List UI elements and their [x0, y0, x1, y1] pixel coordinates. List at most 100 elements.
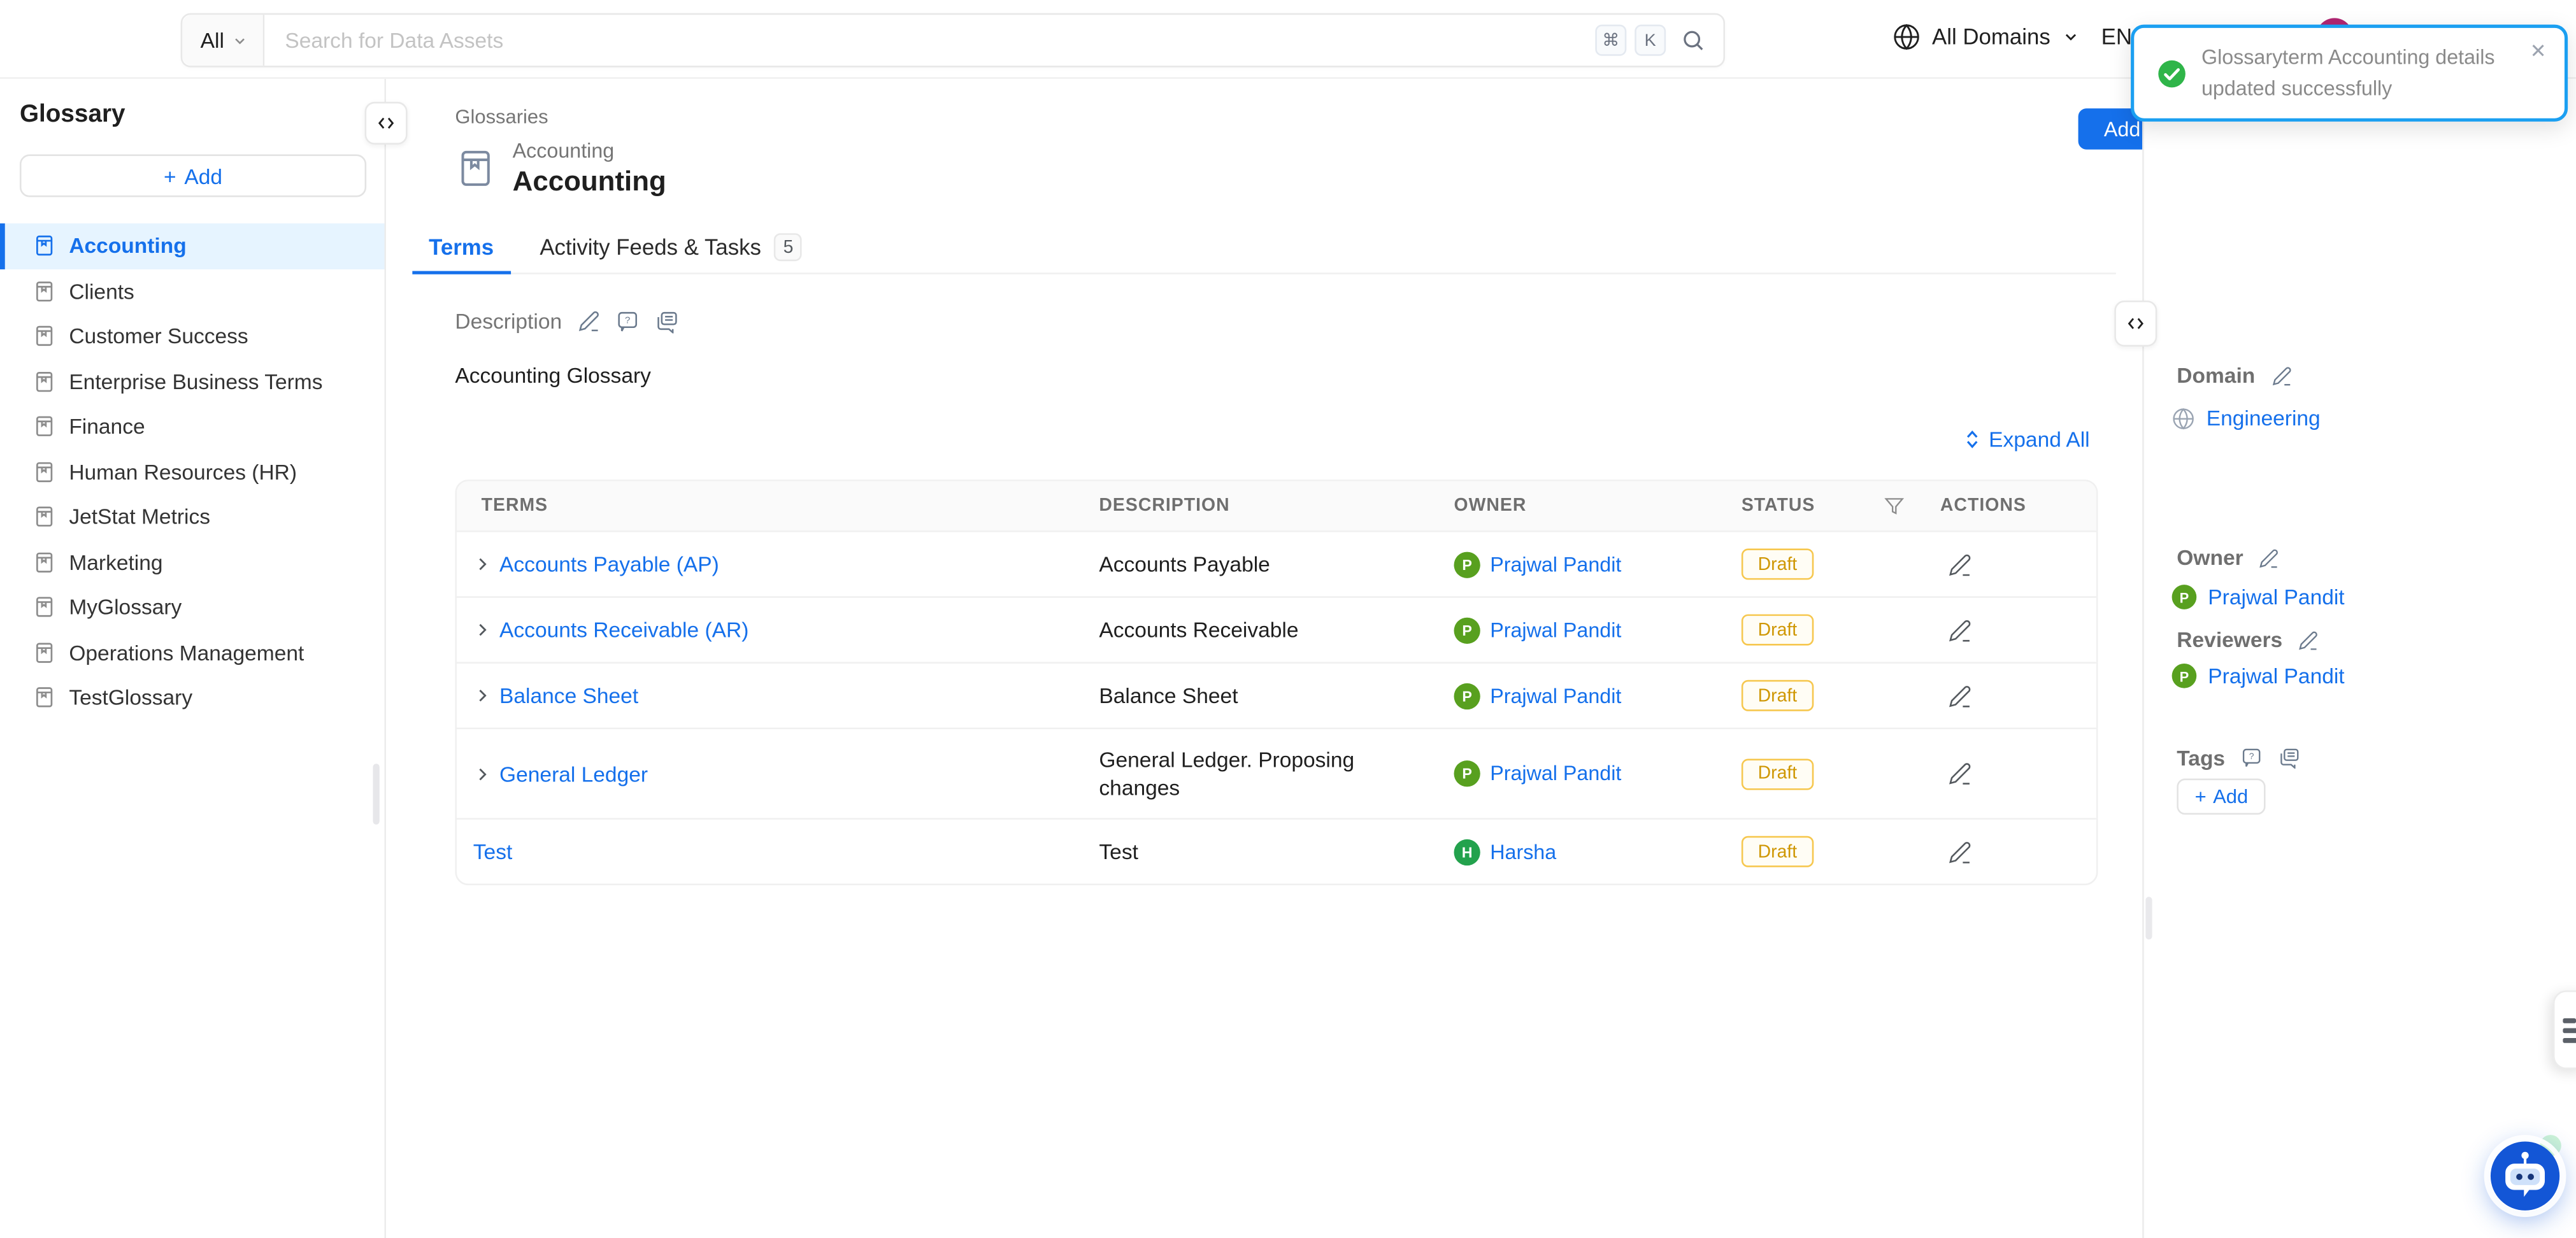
owner-link[interactable]: PPrajwal Pandit [1454, 616, 1622, 643]
cmd-key-icon: ⌘ [1595, 25, 1626, 56]
tab-activity-label: Activity Feeds & Tasks [540, 235, 761, 260]
expand-all-button[interactable]: Expand All [1963, 427, 2090, 452]
sidebar-item-marketing[interactable]: Marketing [0, 539, 385, 585]
main-scrollbar[interactable] [2145, 897, 2152, 939]
sidebar-item-label: Enterprise Business Terms [69, 369, 322, 394]
chatbot-button[interactable] [2489, 1140, 2561, 1212]
globe-icon [1893, 23, 1921, 51]
owner-avatar: P [2172, 585, 2197, 609]
search-icon[interactable] [1680, 28, 1705, 53]
tab-terms[interactable]: Terms [412, 222, 510, 273]
owner-link[interactable]: PPrajwal Pandit [1454, 551, 1622, 577]
request-description-icon[interactable]: ? [616, 310, 639, 332]
owner-link[interactable]: PPrajwal Pandit [1454, 683, 1622, 709]
sidebar-item-label: TestGlossary [69, 685, 192, 710]
description-label: Description [455, 309, 562, 334]
sidebar-item-testglossary[interactable]: TestGlossary [0, 675, 385, 720]
search-input[interactable] [265, 15, 1595, 66]
sidebar-item-enterprise-business-terms[interactable]: Enterprise Business Terms [0, 359, 385, 404]
term-link[interactable]: Accounts Receivable (AR) [499, 618, 748, 643]
term-link[interactable]: General Ledger [499, 761, 648, 786]
tab-activity-feeds[interactable]: Activity Feeds & Tasks 5 [524, 222, 819, 273]
breadcrumb[interactable]: Glossaries [455, 105, 548, 128]
chevron-down-icon [233, 32, 249, 48]
domains-selector[interactable]: All Domains [1893, 23, 2080, 51]
glossary-book-icon [33, 234, 56, 259]
sidebar-item-label: Accounting [69, 234, 186, 259]
domain-value-link[interactable]: Engineering [2172, 406, 2321, 430]
add-glossary-label: Add [184, 164, 222, 189]
owner-link[interactable]: PPrajwal Pandit [1454, 760, 1622, 786]
request-tags-icon[interactable]: ? [2242, 747, 2263, 769]
edit-description-icon[interactable] [578, 310, 600, 332]
edit-domain-icon[interactable] [2272, 366, 2291, 385]
glossary-book-icon [33, 369, 56, 394]
term-row-balance-sheet: Balance SheetBalance SheetPPrajwal Pandi… [457, 662, 2096, 727]
entity-parent-link[interactable]: Accounting [513, 139, 615, 162]
expand-row-icon[interactable] [473, 621, 491, 639]
sidebar-item-finance[interactable]: Finance [0, 404, 385, 449]
owner-value-link[interactable]: P Prajwal Pandit [2172, 585, 2345, 609]
edit-reviewers-icon[interactable] [2299, 630, 2319, 650]
glossary-book-icon [33, 460, 56, 485]
tags-comments-icon[interactable] [2279, 747, 2301, 769]
edit-term-button[interactable] [1949, 762, 1971, 785]
term-link[interactable]: Accounts Payable (AP) [499, 552, 719, 577]
right-panel: Domain Engineering Owner P Prajwal Pandi… [2142, 79, 2576, 1238]
success-check-icon [2157, 59, 2186, 88]
sidebar-collapse-button[interactable] [365, 102, 408, 145]
owner-name: Prajwal Pandit [1490, 553, 1621, 576]
edit-term-button[interactable] [1949, 618, 1971, 641]
term-description: Accounts Payable [1086, 534, 1431, 594]
svg-text:?: ? [625, 314, 630, 325]
status-filter-icon[interactable] [1884, 496, 1904, 516]
owner-label: Owner [2177, 545, 2243, 570]
sidebar-item-human-resources-hr[interactable]: Human Resources (HR) [0, 449, 385, 494]
global-search[interactable]: All ⌘ K [181, 13, 1725, 68]
sidebar-item-label: Operations Management [69, 640, 304, 665]
description-comments-icon[interactable] [655, 310, 678, 332]
status-badge: Draft [1742, 680, 1814, 711]
sidebar-item-operations-management[interactable]: Operations Management [0, 630, 385, 675]
sidebar-item-customer-success[interactable]: Customer Success [0, 314, 385, 359]
owner-name: Prajwal Pandit [1490, 618, 1621, 641]
sidebar-item-clients[interactable]: Clients [0, 269, 385, 314]
expand-row-icon[interactable] [473, 765, 491, 783]
term-link[interactable]: Test [473, 839, 512, 864]
term-link[interactable]: Balance Sheet [499, 683, 638, 708]
owner-link[interactable]: HHarsha [1454, 839, 1557, 865]
reviewer-value-link[interactable]: P Prajwal Pandit [2172, 664, 2345, 688]
owner-avatar: P [1454, 760, 1480, 786]
tab-terms-label: Terms [429, 235, 494, 260]
edit-term-button[interactable] [1949, 553, 1971, 576]
sidebar-scrollbar[interactable] [373, 764, 379, 824]
sidebar-item-accounting[interactable]: Accounting [0, 224, 385, 269]
expand-row-icon[interactable] [473, 687, 491, 704]
terms-table: TERMS DESCRIPTION OWNER STATUS ACTIONS A… [455, 480, 2098, 885]
k-key-icon: K [1635, 25, 1666, 56]
edit-owner-icon[interactable] [2259, 548, 2279, 567]
reviewers-section-header: Reviewers [2177, 627, 2319, 652]
right-panel-collapse-button[interactable] [2114, 301, 2157, 346]
sidebar-item-myglossary[interactable]: MyGlossary [0, 585, 385, 630]
edit-term-button[interactable] [1949, 684, 1971, 707]
owner-section-header: Owner [2177, 545, 2279, 570]
add-tag-button[interactable]: + Add [2177, 778, 2266, 815]
sidebar-title: Glossary [20, 100, 125, 128]
expand-row-icon[interactable] [473, 555, 491, 573]
glossary-book-icon [33, 595, 56, 620]
glossary-book-icon [33, 550, 56, 574]
status-badge: Draft [1742, 758, 1814, 789]
sidebar-item-jetstat-metrics[interactable]: JetStat Metrics [0, 494, 385, 539]
term-row-test: TestTestHHarshaDraft [457, 818, 2096, 883]
add-glossary-button[interactable]: + Add [20, 154, 366, 197]
toast-close-icon[interactable]: ✕ [2530, 41, 2547, 60]
sidebar-item-label: Marketing [69, 550, 162, 574]
toast-message: Glossaryterm Accounting details updated … [2201, 42, 2507, 104]
edit-term-button[interactable] [1949, 840, 1971, 863]
sidebar-item-label: Human Resources (HR) [69, 460, 297, 485]
edge-drawer-handle[interactable] [2553, 990, 2576, 1069]
search-scope-dropdown[interactable]: All [182, 15, 265, 66]
code-collapse-icon [376, 113, 396, 133]
status-badge: Draft [1742, 548, 1814, 580]
